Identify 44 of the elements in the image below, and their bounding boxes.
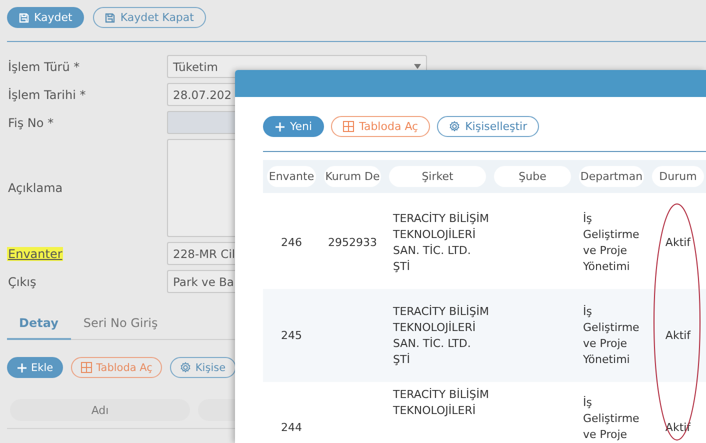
tab[interactable]: Seri No Giriş (71, 308, 171, 340)
tab[interactable]: Detay (7, 308, 72, 340)
column-header[interactable]: Adı (10, 399, 190, 421)
column-header[interactable]: Envante (267, 166, 316, 187)
column-header[interactable] (198, 399, 235, 421)
primary-button[interactable]: Kaydet (7, 7, 84, 28)
grid-icon (81, 362, 92, 373)
column-header[interactable]: Kurum De (324, 166, 381, 187)
table-cell: Aktif (665, 328, 691, 342)
save-icon (19, 12, 29, 22)
plus-icon (17, 362, 27, 372)
column-header[interactable]: Şube (494, 166, 571, 187)
outline-button[interactable]: Kaydet Kapat (93, 7, 206, 28)
column-header[interactable]: Durum (652, 166, 704, 187)
table-cell: Aktif (665, 236, 691, 248)
field-label-link[interactable]: Envanter (7, 246, 64, 260)
table-cell: 2952933 (328, 236, 377, 248)
field-label: Çıkış (7, 274, 38, 288)
plus-icon (275, 122, 285, 132)
table-cell: İş Geliştirme ve Proje Yönetimi (583, 304, 640, 366)
primary-button[interactable]: Ekle (7, 357, 64, 378)
column-header[interactable]: Departman (579, 166, 644, 187)
table-cell: TERACİTY BİLİŞİM TEKNOLOJİLERİ SAN. TİC. LTD. ŞTİ (393, 304, 489, 366)
primary-button[interactable]: Yeni (263, 116, 324, 137)
field-label: Fiş No * (7, 116, 55, 130)
table-cell: TERACİTY BİLİŞİM TEKNOLOJİLERİ (393, 388, 489, 417)
table-cell: 246 (281, 236, 302, 248)
table-cell: 244 (281, 421, 302, 434)
table-row[interactable]: 245 TERACİTY BİLİŞİM TEKNOLOJİLERİ SAN. TİC. LTD. ŞTİ İş Geliştirme ve Proje Yönetimi Aktif (263, 289, 706, 382)
outline-button[interactable]: Tabloda Aç (71, 357, 162, 378)
outline-button[interactable]: Kişiselleştir (437, 116, 540, 137)
outline-button[interactable]: Tabloda Aç (331, 116, 430, 137)
field-label: Açıklama (7, 181, 64, 195)
table-cell: İş Geliştirme ve Proje (583, 396, 640, 441)
field-label: İşlem Tarihi * (7, 88, 87, 102)
table-cell: TERACİTY BİLİŞİM TEKNOLOJİLERİ SAN. TİC. LTD. ŞTİ (393, 212, 489, 272)
settings-icon (449, 121, 460, 132)
field-label: İşlem Türü * (7, 60, 81, 74)
table-cell: 245 (281, 328, 302, 342)
grid-icon (343, 121, 354, 132)
column-header[interactable]: Şirket (389, 166, 486, 187)
table-cell: İş Geliştirme ve Proje Yönetimi (583, 212, 640, 272)
settings-icon (180, 362, 192, 373)
save-icon (105, 12, 116, 22)
